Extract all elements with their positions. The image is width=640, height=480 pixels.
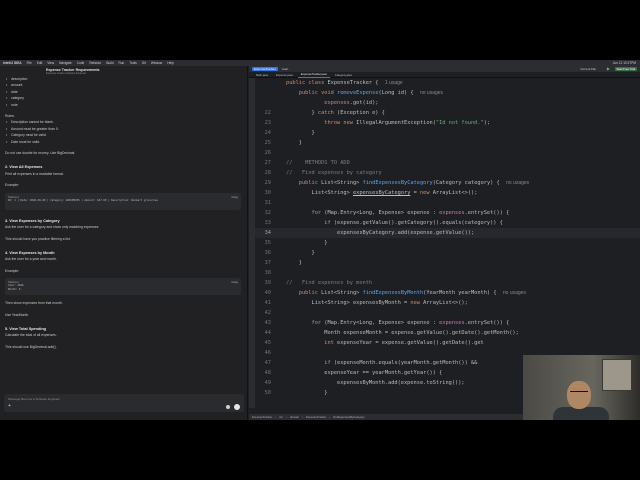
code-line: 41 List<String> expensesByMonth = new Ar… [264,300,468,306]
code-line: 40 public List<String> findExpensesByMon… [264,290,526,296]
breadcrumb-item[interactable]: findExpensesByCategory [333,415,364,419]
code-content: ID: 1 | Date: 2026-06-09 | Category: GRO… [8,198,158,202]
code-line: 42 [264,310,271,316]
breadcrumb-item[interactable]: ExpenseTracker [306,415,326,419]
code-line: 26 [264,150,271,156]
branch-selector[interactable]: main [282,67,289,71]
code-line: 33 if (expense.getValue().getCategory().… [264,220,503,226]
section-text: Print all expenses in a readable format. [5,171,64,176]
chat-message: description amount date category note Ru… [0,76,247,350]
code-line: 45 int expenseYear = expense.getValue().… [264,340,484,346]
copy-button[interactable]: Copy [231,280,238,284]
person-head [567,381,591,409]
field-item: note [5,102,241,109]
start-trial-button[interactable]: Start Free Trial [614,67,637,71]
menu-file[interactable]: File [27,61,32,65]
code-line-current: 34 expensesByCategory.add(expense.getVal… [255,228,640,238]
code-line: 29 public List<String> findExpensesByCat… [264,180,530,186]
tab-expensetracker[interactable]: ExpenseTracker.java [297,71,330,78]
project-selector[interactable]: ExpenseTracker [252,67,278,71]
code-line: 32 for (Map.Entry<Long, Expense> expense… [264,210,510,216]
breadcrumb-item[interactable]: ExpenseTracker [252,415,272,419]
code-line: expenses.get(id); [324,100,379,106]
chat-header: Expense Tracker Requirements Expense tra… [0,66,247,76]
menu-tools[interactable]: Tools [129,61,136,65]
menubar-clock: Jun 12 10:27PM [612,61,636,65]
message-input[interactable]: Message Become a Software Engineer + [4,394,244,412]
code-line: 38 [264,270,271,276]
code-line: public class ExpenseTracker { 1 usage [286,80,403,86]
menu-edit[interactable]: Edit [37,61,43,65]
run-icon[interactable]: ▶ [607,66,610,72]
tab-category[interactable]: Category.java [332,72,355,78]
code-block: Plaintext Year: 2026 Month: 6 Copy [5,278,241,296]
code-line: 43 for (Map.Entry<Long, Expense> expense… [264,320,510,326]
glasses [570,391,588,395]
breadcrumb-separator: › [275,415,277,419]
code-line: 36 } [264,250,315,256]
code-line: 44 Month expenseMonth = expense.getValue… [264,330,519,336]
section-note: This should use BigDecimal.add(). [5,344,57,349]
menubar-app-name[interactable]: IntelliJ IDEA [3,61,22,65]
menu-navigate[interactable]: Navigate [59,61,72,65]
breadcrumb-item[interactable]: domain [290,415,299,419]
code-line: 22 } catch (Exception e) { [264,110,385,116]
code-line: 25 } [264,140,302,146]
chat-window: Expense Tracker Requirements Expense tra… [0,66,248,420]
code-block: Plaintext ID: 1 | Date: 2026-06-09 | Cat… [5,192,241,210]
code-line: 39// Find expenses by month [264,280,373,286]
code-content: Year: 2026 Month: 6 [8,284,24,291]
run-config-selector[interactable]: Current File [580,67,596,71]
code-line: 28// Find expenses by category [264,170,382,176]
code-line: 24 } [264,130,315,136]
chat-subtitle: Expense tracker software Engineer [46,72,87,75]
menu-run[interactable]: Run [118,61,124,65]
breadcrumb-separator: › [285,415,287,419]
section-text: Calculate the total of all expenses. [5,333,57,338]
menu-code[interactable]: Code [77,61,85,65]
send-icon[interactable] [234,404,240,410]
menu-help[interactable]: Help [167,61,174,65]
breadcrumb-item[interactable]: src [279,415,283,419]
menu-git[interactable]: Git [142,61,146,65]
example-label: Example: [5,268,20,273]
tab-main[interactable]: Main.java [253,72,271,78]
code-line: 35 } [264,240,328,246]
breadcrumb-separator: › [302,415,303,419]
breadcrumb-separator: › [329,415,331,419]
section-text: Ask the user for a year and month. [5,257,58,262]
message-placeholder: Message Become a Software Engineer [8,397,61,401]
menu-refactor[interactable]: Refactor [89,61,101,65]
menu-build[interactable]: Build [106,61,113,65]
code-line: 27// METHODS TO ADD [264,160,350,166]
code-line: 30 List<String> expensesByCategory = new… [264,190,478,196]
wall-frame [602,359,632,391]
code-line: public void removeExpense(Long id) { no … [298,90,444,96]
section-text: Ask the user for a category and show onl… [5,225,100,230]
section-note: This should have you practice filtering … [5,236,71,241]
section-note: Use YearMonth. [5,312,30,317]
menu-view[interactable]: View [47,61,54,65]
money-note: Do not use double for money. Use BigDeci… [5,151,76,156]
microphone-icon[interactable] [226,405,230,409]
copy-button[interactable]: Copy [231,195,238,199]
menu-window[interactable]: Window [151,61,162,65]
code-line: 31 [264,200,271,206]
code-line: 23 throw new IllegalArgumentException("I… [264,120,491,126]
webcam-overlay [523,355,640,420]
ide-toolbar: ExpenseTracker main Current File ▶ Start… [249,66,640,72]
tab-expense[interactable]: Expense.java [273,72,296,78]
example-label: Example: [5,183,20,188]
code-line: 37 } [264,260,302,266]
rule-item: Date must be valid. [5,139,241,146]
section-text: Then show expenses from that month. [5,301,63,306]
plus-icon[interactable]: + [8,404,11,409]
